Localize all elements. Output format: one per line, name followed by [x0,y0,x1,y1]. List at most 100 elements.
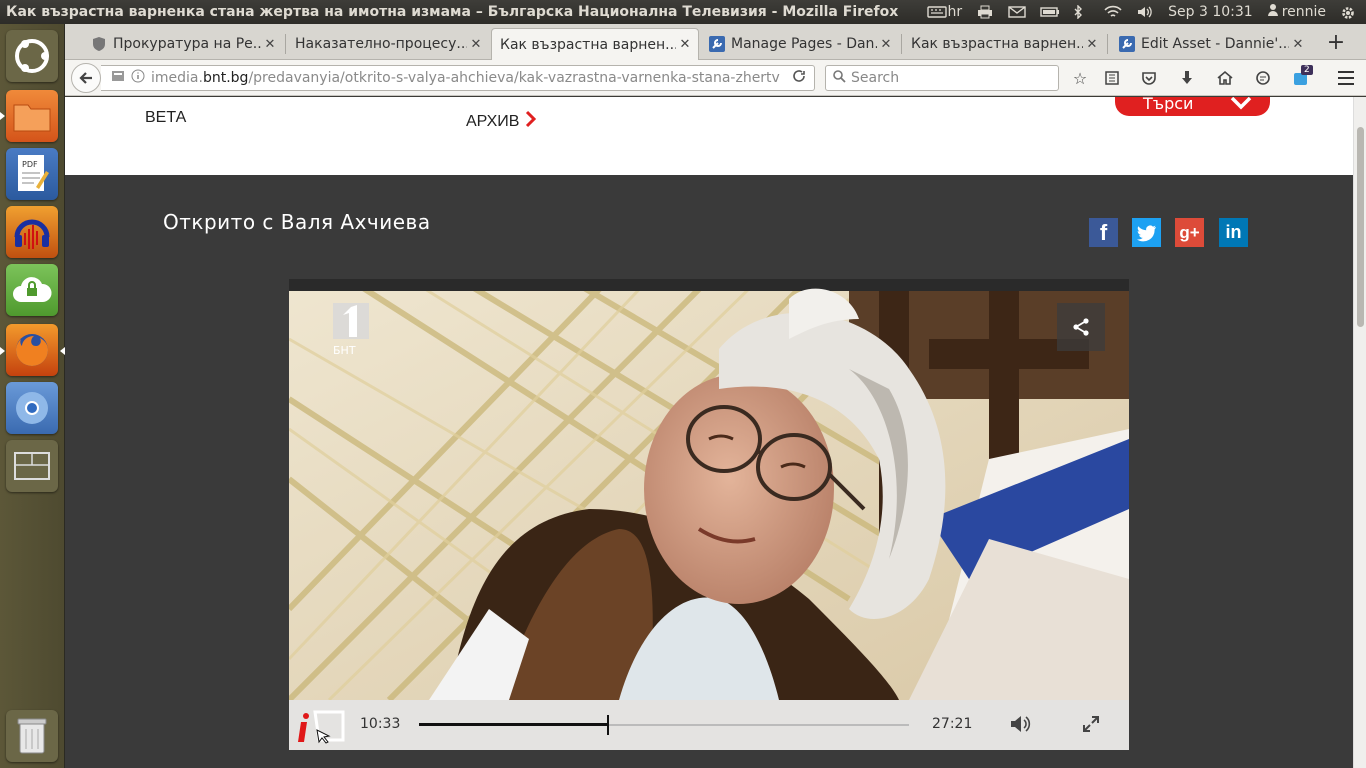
search-icon [832,69,846,87]
nav-link-veta[interactable]: ВЕТА [145,109,186,127]
mail-icon[interactable] [1008,5,1026,19]
tab-prokuratura[interactable]: Прокуратура на Ре... ✕ [83,28,283,60]
site-search-button[interactable]: Търси [1115,97,1270,116]
seek-bar[interactable] [419,715,909,735]
wrench-favicon-icon [709,36,725,52]
scrollbar-thumb[interactable] [1357,127,1364,327]
site-header: ВЕТА АРХИВ Търси [65,97,1353,175]
volume-icon[interactable] [1136,5,1154,19]
chat-icon[interactable] [1252,67,1274,89]
nav-link-archive[interactable]: АРХИВ [466,110,537,133]
keyboard-indicator[interactable]: hr [926,4,962,20]
ubuntu-top-panel: Как възрастна варненка стана жертва на и… [0,0,1366,24]
gear-icon[interactable] [1340,5,1358,19]
home-icon[interactable] [1214,67,1236,89]
printer-icon[interactable] [976,5,994,19]
url-domain: bnt.bg [202,70,249,86]
pdf-editor-icon[interactable]: PDF [6,148,58,200]
elapsed-time: 10:33 [360,716,401,732]
url-text[interactable]: imedia.bnt.bg/predavanyia/otkrito-s-valy… [151,70,780,86]
seek-bar-progress [419,723,609,726]
tab-active-article[interactable]: Как възрастна варнен... ✕ [491,28,699,60]
page-icon [111,69,125,87]
linkedin-share-button[interactable]: in [1219,218,1248,247]
googleplus-share-button[interactable]: g+ [1175,218,1204,247]
facebook-icon: f [1099,219,1108,245]
download-icon[interactable] [1176,67,1198,89]
back-button[interactable] [71,63,101,93]
archive-label: АРХИВ [466,112,520,130]
chromium-icon[interactable] [6,382,58,434]
clock[interactable]: Sep 3 10:31 [1168,4,1253,20]
user-name: rennie [1281,4,1326,20]
tab-manage-pages[interactable]: Manage Pages - Dan... ✕ [701,28,899,60]
web-page: ВЕТА АРХИВ Търси Открито с Валя Ахчиева … [65,97,1353,768]
duration-time: 27:21 [932,716,973,732]
tab-close-icon[interactable]: ✕ [467,37,485,52]
url-path: /predavanyia/otkrito-s-valya-ahchieva/ka… [248,70,780,86]
twitter-icon [1136,224,1156,241]
tab-close-icon[interactable]: ✕ [676,37,694,52]
hamburger-menu-icon[interactable] [1335,67,1357,89]
tab-close-icon[interactable]: ✕ [877,37,895,52]
cloud-storage-icon[interactable] [6,264,58,316]
ubuntu-dash-icon[interactable] [6,30,58,82]
battery-icon[interactable] [1040,5,1060,19]
tab-close-icon[interactable]: ✕ [261,37,279,52]
running-indicator [0,112,5,120]
user-menu[interactable]: rennie [1267,3,1326,21]
bookmark-star-icon[interactable]: ☆ [1069,67,1091,89]
facebook-share-button[interactable]: f [1089,218,1118,247]
info-icon[interactable] [131,69,145,87]
files-folder-icon[interactable] [6,90,58,142]
volume-button[interactable] [1009,714,1033,738]
page-scrollbar[interactable] [1353,97,1366,768]
tab-separator [901,34,902,54]
wifi-icon[interactable] [1104,5,1122,19]
channel-logo-text: БНТ [333,344,356,357]
tab-label: Edit Asset - Dannie'... [1141,36,1289,52]
tab-label: Наказателно-процесу... [295,36,467,52]
reading-list-icon[interactable] [1101,67,1123,89]
tab-close-icon[interactable]: ✕ [1289,37,1307,52]
search-input[interactable]: Search [825,65,1059,91]
svg-text:PDF: PDF [22,160,38,169]
show-title: Открито с Валя Ахчиева [163,210,431,234]
shield-favicon-icon [91,36,107,52]
imedia-logo-icon [298,710,345,744]
tab-article-duplicate[interactable]: Как възрастна варнен... ✕ [903,28,1105,60]
tab-separator [285,34,286,54]
search-button-label: Търси [1143,97,1194,113]
fullscreen-button[interactable] [1082,715,1100,737]
firefox-icon[interactable] [6,324,58,376]
tab-close-icon[interactable]: ✕ [1083,37,1101,52]
workspaces-icon[interactable] [6,440,58,492]
keyboard-icon [926,5,947,19]
notifications-icon[interactable]: 2 [1291,65,1313,89]
video-player[interactable]: БНТ 10:33 27:21 [289,279,1129,750]
audacity-icon[interactable] [6,206,58,258]
tab-separator [1107,34,1108,54]
video-share-button[interactable] [1057,303,1105,351]
new-tab-button[interactable]: + [1321,30,1351,56]
trash-icon[interactable] [6,710,58,762]
tab-edit-asset[interactable]: Edit Asset - Dannie'... ✕ [1111,28,1311,60]
user-icon [1267,3,1279,21]
linkedin-icon: in [1225,222,1242,242]
play-button[interactable] [297,708,345,748]
tab-nakazatelno[interactable]: Наказателно-процесу... ✕ [287,28,489,60]
seek-bar-handle[interactable] [607,715,610,735]
googleplus-icon: g+ [1179,222,1200,242]
reload-icon[interactable] [792,69,806,87]
pocket-icon[interactable] [1138,67,1160,89]
url-bar[interactable]: imedia.bnt.bg/predavanyia/otkrito-s-valy… [101,65,815,91]
wrench-favicon-icon [1119,36,1135,52]
bluetooth-icon[interactable] [1072,4,1090,20]
unity-launcher: PDF [0,24,65,768]
tab-label: Manage Pages - Dan... [731,36,877,52]
speaker-icon [1011,716,1031,732]
url-prefix: imedia. [151,70,203,86]
notification-badge: 2 [1301,65,1313,75]
twitter-share-button[interactable] [1132,218,1161,247]
chevron-right-icon [525,110,537,133]
